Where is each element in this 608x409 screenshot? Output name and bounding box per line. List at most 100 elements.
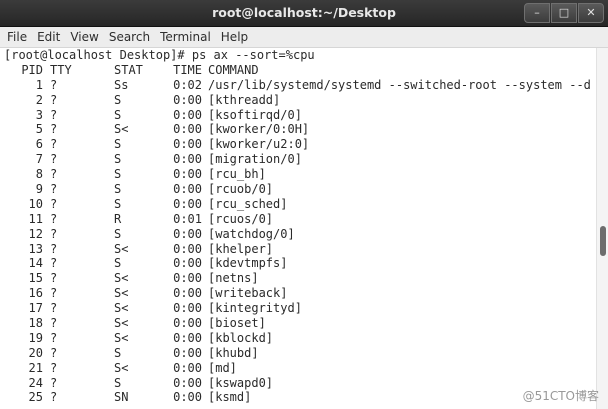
menu-terminal[interactable]: Terminal [155, 30, 216, 44]
process-row: 2? S 0:00 [kthreadd] [0, 93, 596, 108]
menu-file[interactable]: File [0, 30, 32, 44]
process-stat: S [114, 226, 122, 241]
process-time: 0:00 [173, 390, 202, 405]
ps-header-row: PID TTY STAT TIME COMMAND [0, 63, 596, 78]
process-stat: S [114, 256, 122, 271]
process-time: 0:02 [173, 77, 202, 92]
process-stat: S [114, 152, 122, 167]
process-pid: 25 [28, 390, 43, 405]
process-pid: 21 [28, 360, 43, 375]
process-stat: S [114, 167, 122, 182]
process-time: 0:00 [173, 316, 202, 331]
process-row: 18? S< 0:00 [bioset] [0, 316, 596, 331]
header-stat: STAT [114, 62, 143, 77]
process-time: 0:00 [173, 271, 202, 286]
process-time: 0:01 [173, 211, 202, 226]
header-time: TIME [173, 62, 202, 77]
process-rows: 1? Ss 0:02/usr/lib/systemd/systemd --switc… [0, 78, 596, 406]
header-pid: PID [21, 62, 43, 77]
menu-help[interactable]: Help [216, 30, 253, 44]
process-pid: 18 [28, 316, 43, 331]
process-time: 0:00 [173, 152, 202, 167]
process-tty: ? [50, 241, 58, 256]
process-pid: 16 [28, 286, 43, 301]
menu-view[interactable]: View [65, 30, 103, 44]
process-command: [ksmd] [208, 390, 252, 405]
process-row: 5? S< 0:00 [kworker/0:0H] [0, 122, 596, 137]
process-time: 0:00 [173, 137, 202, 152]
terminal-output[interactable]: [root@localhost Desktop]# ps ax --sort=%… [0, 48, 596, 409]
process-tty: ? [50, 122, 58, 137]
process-time: 0:00 [173, 330, 202, 345]
process-stat: S< [114, 360, 129, 375]
scrollbar-thumb[interactable] [600, 226, 606, 256]
process-command: [writeback] [208, 286, 288, 301]
process-tty: ? [50, 375, 58, 390]
process-command: [migration/0] [208, 152, 302, 167]
close-button[interactable]: ✕ [578, 3, 604, 23]
process-stat: S< [114, 271, 129, 286]
maximize-button[interactable]: □ [551, 3, 577, 23]
process-stat: S< [114, 241, 129, 256]
process-command: [rcuos/0] [208, 211, 274, 226]
process-command: [kthreadd] [208, 92, 281, 107]
vertical-scrollbar[interactable] [596, 48, 608, 409]
process-tty: ? [50, 167, 58, 182]
process-row: 3? S 0:00 [ksoftirqd/0] [0, 108, 596, 123]
terminal-window: root@localhost:~/Desktop – □ ✕ File Edit… [0, 0, 608, 409]
minimize-button[interactable]: – [524, 3, 550, 23]
process-time: 0:00 [173, 256, 202, 271]
process-pid: 11 [28, 211, 43, 226]
process-command: [rcu_sched] [208, 196, 288, 211]
process-stat: S [114, 107, 122, 122]
process-tty: ? [50, 330, 58, 345]
header-command: COMMAND [208, 62, 259, 77]
process-tty: ? [50, 390, 58, 405]
process-tty: ? [50, 92, 58, 107]
process-row: 21? S< 0:00 [md] [0, 361, 596, 376]
process-command: [kdevtmpfs] [208, 256, 288, 271]
process-time: 0:00 [173, 167, 202, 182]
menu-edit[interactable]: Edit [32, 30, 65, 44]
process-pid: 10 [28, 196, 43, 211]
command-prompt: [root@localhost Desktop]# ps ax --sort=%… [4, 48, 315, 62]
process-tty: ? [50, 345, 58, 360]
process-command: [netns] [208, 271, 259, 286]
process-row: 9? S 0:00 [rcuob/0] [0, 182, 596, 197]
process-command: [rcuob/0] [208, 182, 274, 197]
process-pid: 6 [35, 137, 43, 152]
process-tty: ? [50, 271, 58, 286]
process-command: [kworker/u2:0] [208, 137, 310, 152]
title-bar[interactable]: root@localhost:~/Desktop – □ ✕ [0, 0, 608, 27]
process-row: 20? S 0:00 [khubd] [0, 346, 596, 361]
process-row: 25? SN 0:00 [ksmd] [0, 390, 596, 405]
process-stat: S< [114, 286, 129, 301]
process-command: [ksoftirqd/0] [208, 107, 302, 122]
process-row: 14? S 0:00 [kdevtmpfs] [0, 256, 596, 271]
process-command: [kintegrityd] [208, 301, 302, 316]
process-tty: ? [50, 137, 58, 152]
process-time: 0:00 [173, 360, 202, 375]
menu-search[interactable]: Search [104, 30, 155, 44]
process-pid: 17 [28, 301, 43, 316]
header-tty: TTY [50, 62, 72, 77]
process-command: [md] [208, 360, 237, 375]
process-command: [kblockd] [208, 330, 274, 345]
process-stat: S [114, 92, 122, 107]
window-title: root@localhost:~/Desktop [212, 5, 396, 20]
process-time: 0:00 [173, 226, 202, 241]
process-row: 11? R 0:01 [rcuos/0] [0, 212, 596, 227]
process-pid: 9 [35, 182, 43, 197]
process-time: 0:00 [173, 92, 202, 107]
process-tty: ? [50, 211, 58, 226]
process-pid: 14 [28, 256, 43, 271]
process-stat: S [114, 196, 122, 211]
process-tty: ? [50, 226, 58, 241]
process-tty: ? [50, 77, 58, 92]
process-pid: 5 [35, 122, 43, 137]
process-stat: S< [114, 316, 129, 331]
process-stat: S< [114, 122, 129, 137]
process-pid: 20 [28, 345, 43, 360]
process-tty: ? [50, 256, 58, 271]
process-row: 1? Ss 0:02/usr/lib/systemd/systemd --switc… [0, 78, 596, 93]
